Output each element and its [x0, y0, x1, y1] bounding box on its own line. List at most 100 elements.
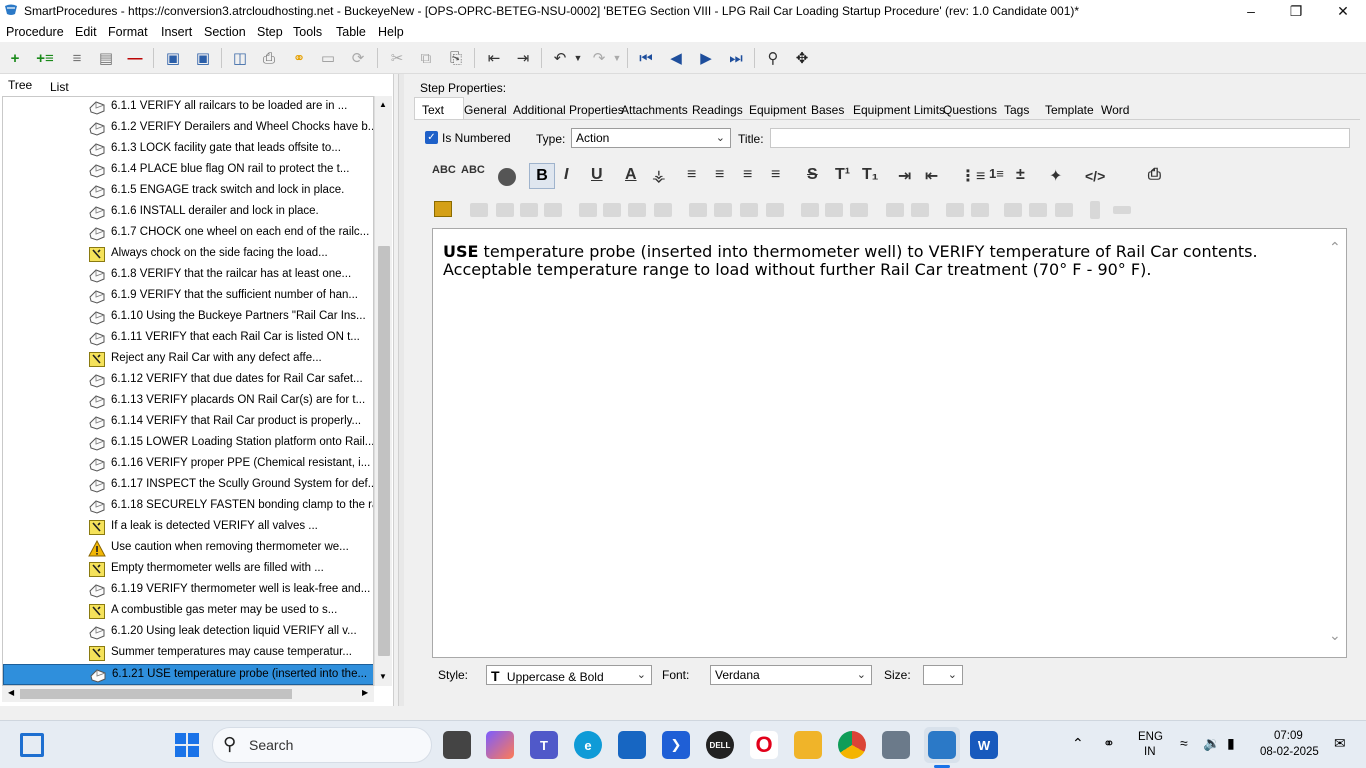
- tab-tree[interactable]: Tree: [8, 78, 32, 92]
- tree-item[interactable]: Reject any Rail Car with any defect affe…: [3, 349, 373, 370]
- size-select[interactable]: ⌄: [923, 665, 963, 685]
- save-all-icon[interactable]: ▣: [192, 47, 214, 69]
- tree-item[interactable]: 6.1.8 VERIFY that the railcar has at lea…: [3, 265, 373, 286]
- preview-icon[interactable]: ⚭: [288, 47, 310, 69]
- insert-line-icon[interactable]: ±: [1016, 166, 1025, 184]
- tab-text[interactable]: Text: [422, 103, 444, 117]
- volume-icon[interactable]: 🔉: [1203, 735, 1220, 752]
- paste-icon[interactable]: ⎘: [445, 47, 467, 69]
- edge-icon[interactable]: e: [574, 731, 602, 759]
- tree-item[interactable]: 6.1.11 VERIFY that each Rail Car is list…: [3, 328, 373, 349]
- save-icon[interactable]: ▣: [162, 47, 184, 69]
- tree-item[interactable]: 6.1.14 VERIFY that Rail Car product is p…: [3, 412, 373, 433]
- move-icon[interactable]: ✥: [791, 47, 813, 69]
- menu-edit[interactable]: Edit: [75, 25, 97, 39]
- insert-table-icon[interactable]: [434, 201, 452, 217]
- tree-item[interactable]: 6.1.15 LOWER Loading Station platform on…: [3, 433, 373, 454]
- superscript-button[interactable]: T¹: [835, 166, 850, 184]
- file-explorer-icon[interactable]: [794, 731, 822, 759]
- form-icon[interactable]: ▭: [317, 47, 339, 69]
- tab-questions[interactable]: Questions: [943, 103, 997, 117]
- publish-icon[interactable]: ◫: [229, 47, 251, 69]
- underline-button[interactable]: U: [591, 166, 603, 184]
- indent-icon[interactable]: ⇥: [512, 47, 534, 69]
- step-text-content[interactable]: USE temperature probe (inserted into the…: [443, 243, 1303, 279]
- opera-icon[interactable]: O: [750, 731, 778, 759]
- tab-attachments[interactable]: Attachments: [621, 103, 688, 117]
- maximize-button[interactable]: ❐: [1273, 0, 1319, 22]
- tree-item[interactable]: 6.1.6 INSTALL derailer and lock in place…: [3, 202, 373, 223]
- tab-word[interactable]: Word: [1101, 103, 1129, 117]
- outdent-icon[interactable]: ⇤: [483, 47, 505, 69]
- wifi-icon[interactable]: ≈: [1180, 735, 1188, 751]
- tree-item[interactable]: 6.1.20 Using leak detection liquid VERIF…: [3, 622, 373, 643]
- italic-button[interactable]: I: [564, 166, 568, 184]
- tab-additional-properties[interactable]: Additional Properties: [513, 103, 624, 117]
- tree-scroll-thumb[interactable]: [378, 246, 390, 656]
- copy-icon[interactable]: ⧉: [415, 47, 437, 69]
- menu-procedure[interactable]: Procedure: [6, 25, 64, 39]
- scroll-right-icon[interactable]: ▶: [362, 688, 368, 697]
- tree-item[interactable]: 6.1.18 SECURELY FASTEN bonding clamp to …: [3, 496, 373, 517]
- subscript-button[interactable]: T₁: [862, 166, 878, 184]
- tree-item[interactable]: 6.1.21 USE temperature probe (inserted i…: [3, 664, 373, 685]
- editor-scroll-down-icon[interactable]: ⌄: [1329, 627, 1341, 644]
- tree-hscroll-thumb[interactable]: [20, 689, 292, 699]
- taskbar-search[interactable]: ⚲ Search: [212, 727, 432, 763]
- notification-icon[interactable]: ✉: [1334, 735, 1346, 752]
- tree-item[interactable]: 6.1.10 Using the Buckeye Partners "Rail …: [3, 307, 373, 328]
- tree-item[interactable]: 6.1.4 PLACE blue flag ON rail to protect…: [3, 160, 373, 181]
- find-icon[interactable]: ⚲: [762, 47, 784, 69]
- menu-help[interactable]: Help: [378, 25, 404, 39]
- remote-desktop-icon[interactable]: [882, 731, 910, 759]
- cut-icon[interactable]: ✂: [386, 47, 408, 69]
- strikethrough-button[interactable]: S: [807, 166, 818, 184]
- fill-icon[interactable]: ⚶: [652, 166, 666, 186]
- network-status-icon[interactable]: ⚭: [1103, 735, 1115, 752]
- widgets-icon[interactable]: [20, 733, 44, 757]
- tree-vertical-scrollbar[interactable]: ▲ ▼: [374, 96, 392, 686]
- tree-item[interactable]: 6.1.12 VERIFY that due dates for Rail Ca…: [3, 370, 373, 391]
- clock-time[interactable]: 07:09: [1274, 730, 1303, 742]
- tree-item[interactable]: 6.1.2 VERIFY Derailers and Wheel Chocks …: [3, 118, 373, 139]
- teams-icon[interactable]: T: [530, 731, 558, 759]
- tab-equipment[interactable]: Equipment: [749, 103, 806, 117]
- refresh-icon[interactable]: ⟳: [347, 47, 369, 69]
- undo-dropdown-icon[interactable]: ▼: [567, 47, 589, 69]
- tree-item[interactable]: 6.1.9 VERIFY that the sufficient number …: [3, 286, 373, 307]
- tree-item[interactable]: Use caution when removing thermometer we…: [3, 538, 373, 559]
- start-icon[interactable]: [175, 733, 199, 757]
- step-text-editor[interactable]: USE temperature probe (inserted into the…: [432, 228, 1347, 658]
- scroll-up-icon[interactable]: ▲: [379, 100, 387, 109]
- menu-table[interactable]: Table: [336, 25, 366, 39]
- print-preview-icon[interactable]: ⎙: [1148, 166, 1161, 184]
- scroll-left-icon[interactable]: ◀: [8, 688, 14, 697]
- tab-general[interactable]: General: [464, 103, 507, 117]
- tree-item[interactable]: A combustible gas meter may be used to s…: [3, 601, 373, 622]
- first-icon[interactable]: ⏮: [635, 47, 657, 69]
- title-input[interactable]: [770, 128, 1350, 148]
- spellcheck-icon[interactable]: ABC: [432, 164, 462, 186]
- tree-item[interactable]: 6.1.7 CHOCK one wheel on each end of the…: [3, 223, 373, 244]
- close-button[interactable]: ✕: [1320, 0, 1366, 22]
- word-icon[interactable]: W: [970, 731, 998, 759]
- minimize-button[interactable]: –: [1228, 0, 1274, 22]
- menu-section[interactable]: Section: [204, 25, 246, 39]
- tree-item[interactable]: 6.1.1 VERIFY all railcars to be loaded a…: [3, 97, 373, 118]
- tab-equipment-limits[interactable]: Equipment Limits: [853, 103, 945, 117]
- justify-icon[interactable]: ≡: [771, 166, 780, 184]
- color-icon[interactable]: [498, 168, 516, 186]
- align-right-icon[interactable]: ≡: [743, 166, 752, 184]
- language-top[interactable]: ENG: [1138, 731, 1163, 743]
- store-icon[interactable]: [618, 731, 646, 759]
- magic-wand-icon[interactable]: ✦: [1049, 166, 1062, 186]
- tab-template[interactable]: Template: [1045, 103, 1094, 117]
- type-select[interactable]: Action ⌄: [571, 128, 731, 148]
- tree-item[interactable]: 6.1.5 ENGAGE track switch and lock in pl…: [3, 181, 373, 202]
- style-select[interactable]: T Uppercase & Bold ⌄: [486, 665, 652, 685]
- tree-item[interactable]: If a leak is detected VERIFY all valves …: [3, 517, 373, 538]
- is-numbered-checkbox[interactable]: ✓: [425, 131, 438, 144]
- clock-date[interactable]: 08-02-2025: [1260, 746, 1319, 758]
- menu-tools[interactable]: Tools: [293, 25, 322, 39]
- increase-indent-icon[interactable]: ⇥: [898, 166, 911, 186]
